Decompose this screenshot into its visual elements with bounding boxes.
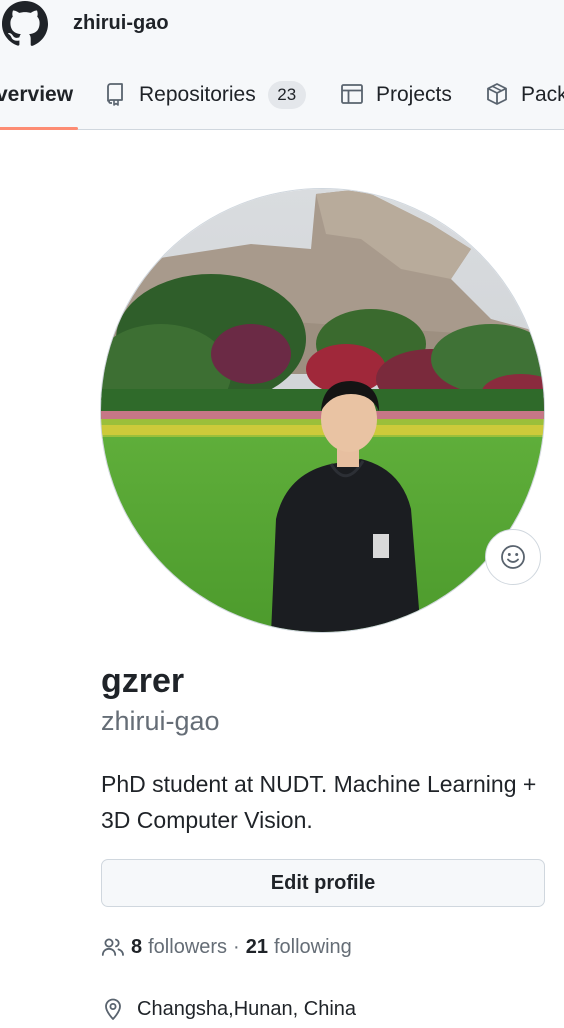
repositories-count-badge: 23 — [267, 81, 306, 109]
edit-profile-button[interactable]: Edit profile — [101, 859, 545, 907]
profile-avatar[interactable] — [100, 188, 545, 633]
tab-repositories[interactable]: Repositories 23 — [103, 74, 306, 130]
header-username[interactable]: zhirui-gao — [73, 12, 169, 35]
profile-bio: PhD student at NUDT. Machine Learning + … — [101, 771, 537, 833]
package-icon — [487, 83, 507, 105]
profile-display-name: gzrer — [101, 662, 185, 700]
tab-packages[interactable]: Pack — [485, 74, 564, 130]
tab-projects[interactable]: Projects — [340, 74, 452, 130]
followers-label: followers — [148, 935, 228, 958]
following-count: 21 — [245, 935, 268, 958]
location-text: Changsha,Hunan, China — [137, 997, 357, 1020]
people-icon — [101, 938, 124, 956]
tab-overview-label: verview — [0, 83, 74, 106]
avatar-photo — [101, 189, 544, 632]
follow-stats: 8 followers · 21 following — [101, 932, 352, 962]
profile-header: zhirui-gao verview Repositories 23 Proje… — [0, 0, 564, 130]
follow-separator: · — [233, 935, 240, 958]
table-icon — [341, 84, 363, 104]
github-mark-icon[interactable] — [0, 0, 50, 48]
set-status-button[interactable] — [485, 529, 541, 585]
tab-packages-label: Pack — [521, 83, 564, 106]
profile-login: zhirui-gao — [101, 706, 220, 736]
tab-projects-label: Projects — [376, 83, 452, 106]
repo-icon — [107, 83, 123, 106]
location-pin-icon — [105, 998, 121, 1020]
tab-repositories-label: Repositories — [139, 83, 256, 106]
selected-tab-underline — [0, 127, 78, 130]
tab-overview[interactable]: verview — [0, 74, 78, 130]
smiley-icon — [501, 545, 525, 569]
following-link[interactable]: 21 following — [246, 936, 352, 959]
followers-link[interactable]: 8 followers — [131, 936, 227, 959]
following-label: following — [273, 935, 352, 958]
followers-count: 8 — [131, 935, 143, 958]
profile-location: Changsha,Hunan, China — [101, 994, 356, 1024]
